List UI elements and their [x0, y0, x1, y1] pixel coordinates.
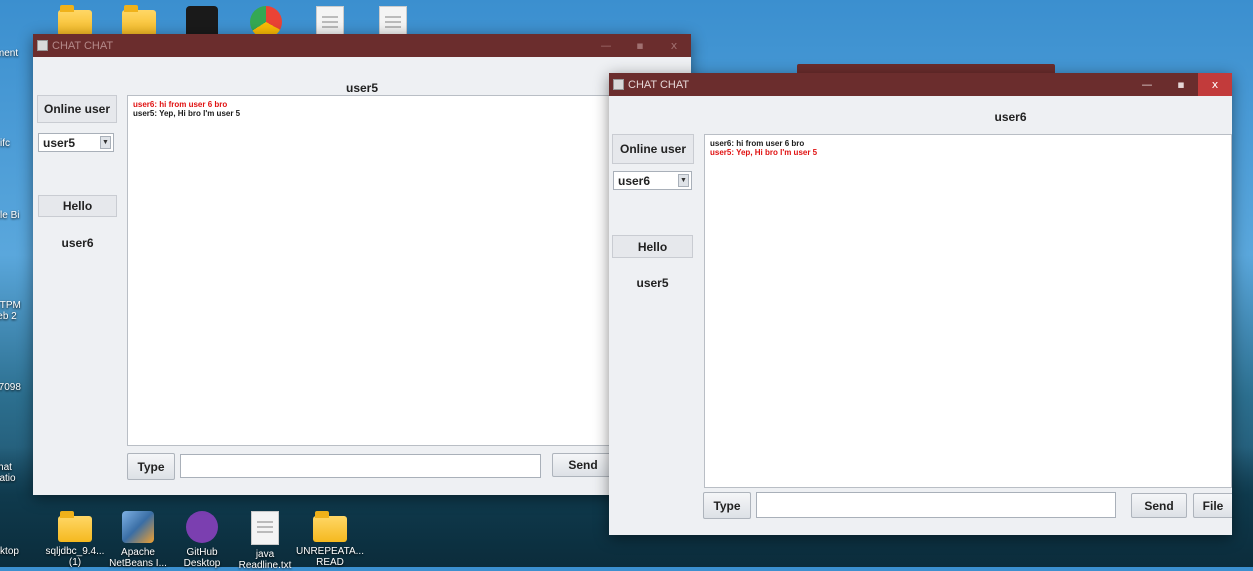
window-title: CHAT CHAT: [52, 39, 114, 52]
current-user-header: user6: [994, 110, 1027, 124]
message-input[interactable]: [756, 492, 1116, 518]
online-user-label: Online user: [612, 134, 694, 164]
window-title: CHAT CHAT: [628, 78, 690, 91]
type-label: Type: [703, 492, 751, 519]
peer-user-label: user5: [636, 276, 669, 290]
send-button[interactable]: Send: [552, 453, 614, 477]
java-app-icon: [37, 40, 48, 51]
chat-history[interactable]: user6: hi from user 6 bro user5: Yep, Hi…: [127, 95, 691, 446]
window-titlebar[interactable]: CHAT CHAT — ▪ x: [33, 34, 691, 57]
online-user-select-value: user6: [618, 173, 651, 188]
file-button[interactable]: File: [1193, 493, 1232, 518]
type-label: Type: [127, 453, 175, 480]
maximize-button[interactable]: ▪: [1164, 73, 1198, 96]
minimize-button[interactable]: —: [1130, 73, 1164, 96]
close-button[interactable]: x: [657, 34, 691, 57]
send-button[interactable]: Send: [1131, 493, 1187, 518]
chat-message: user5: Yep, Hi bro I'm user 5: [133, 109, 241, 118]
desktop-left-label[interactable]: sktop: [0, 546, 42, 557]
desktop-folder-icon[interactable]: UNREPEATA... READ: [295, 505, 365, 568]
desktop-icon-label: Apache NetBeans I...: [109, 547, 167, 569]
chat-message: user5: Yep, Hi bro I'm user 5: [710, 148, 818, 157]
chat-history[interactable]: user6: hi from user 6 bro user5: Yep, Hi…: [704, 134, 1232, 488]
current-user-header: user5: [345, 81, 379, 95]
online-user-select-value: user5: [43, 135, 76, 150]
desktop-folder-icon[interactable]: sqljdbc_9.4... (1): [40, 505, 110, 568]
online-user-select[interactable]: user6 ▼: [613, 171, 692, 190]
chevron-down-icon[interactable]: ▼: [678, 174, 689, 187]
online-user-select[interactable]: user5 ▼: [38, 133, 114, 152]
github-icon[interactable]: GitHub Desktop: [167, 500, 237, 569]
chat-message: user6: hi from user 6 bro: [710, 139, 805, 148]
desktop-icon-label: UNREPEATA... READ: [296, 546, 364, 568]
maximize-button[interactable]: ▪: [623, 34, 657, 57]
desktop-icon-label: GitHub Desktop: [183, 547, 221, 569]
peer-user-label: user6: [61, 236, 94, 250]
chat-message: user6: hi from user 6 bro: [133, 100, 228, 109]
desktop-icon-label: sqljdbc_9.4... (1): [45, 546, 105, 568]
text-file-icon[interactable]: java Readline.txt: [230, 500, 300, 571]
online-user-label: Online user: [37, 95, 117, 123]
desktop-icon-label: java Readline.txt: [238, 549, 292, 571]
chat-window-user6: CHAT CHAT — ▪ x user6 Online user user6 …: [609, 73, 1232, 535]
window-titlebar[interactable]: CHAT CHAT — ▪ x: [609, 73, 1232, 96]
netbeans-icon[interactable]: Apache NetBeans I...: [103, 500, 173, 569]
chevron-down-icon[interactable]: ▼: [100, 136, 111, 149]
close-button[interactable]: x: [1198, 73, 1232, 96]
hello-button[interactable]: Hello: [612, 235, 693, 258]
java-app-icon: [613, 79, 624, 90]
hello-button[interactable]: Hello: [38, 195, 117, 217]
minimize-button[interactable]: —: [589, 34, 623, 57]
message-input[interactable]: [180, 454, 541, 478]
chat-window-user5: CHAT CHAT — ▪ x user5 Online user user5 …: [33, 34, 691, 495]
